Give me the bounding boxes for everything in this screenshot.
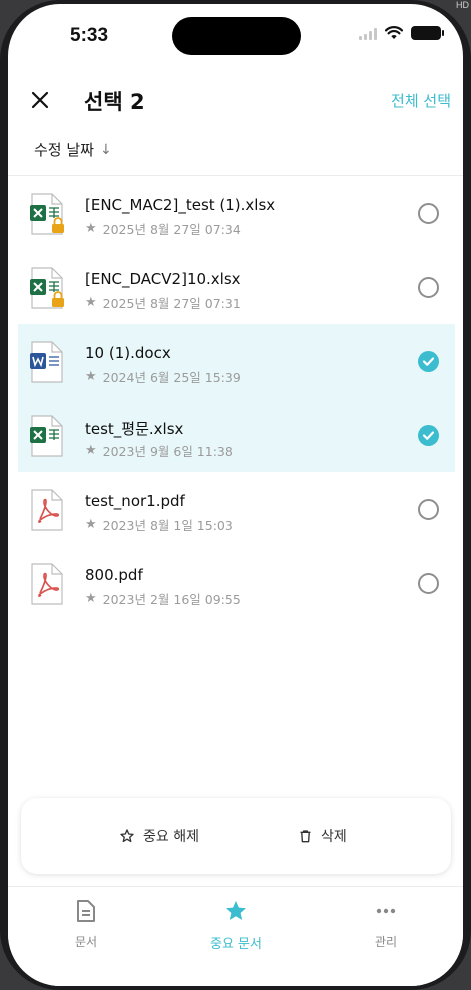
file-row[interactable]: [ENC_MAC2]_test (1).xlsx ★ 2025년 8월 27일 07… [18,176,455,250]
sort-label: 수정 날짜 [34,141,94,159]
signal-icon [359,26,377,40]
file-meta: ★ 2025년 8월 27일 07:31 [85,293,241,312]
file-row[interactable]: 10 (1).docx ★ 2024년 6월 25일 15:39 [18,324,455,398]
file-date: 2024년 6월 25일 15:39 [102,370,241,385]
file-name: 10 (1).docx [85,344,171,362]
docx-file-icon [30,341,63,383]
file-name: [ENC_DACV2]10.xlsx [85,270,241,288]
sort-button[interactable]: 수정 날짜 ↓ [34,139,112,160]
select-checkbox[interactable] [418,425,439,446]
select-checkbox[interactable] [418,277,439,298]
file-date: 2023년 2월 16일 09:55 [102,592,241,607]
xlsx-file-icon [30,267,64,309]
close-button[interactable] [26,86,54,114]
star-icon[interactable]: ★ [85,221,97,236]
tab-favorites-label: 중요 문서 [210,937,262,952]
xlsx-file-icon [30,415,63,457]
trash-icon [300,830,311,843]
star-icon[interactable]: ★ [85,295,97,310]
sort-arrow-icon: ↓ [99,141,112,158]
file-name: [ENC_MAC2]_test (1).xlsx [85,196,276,214]
file-row[interactable]: 800.pdf ★ 2023년 2월 16일 09:55 [18,546,455,620]
page-title: 선택 2 [84,90,145,114]
file-date: 2023년 8월 1일 15:03 [102,518,233,533]
file-meta: ★ 2023년 9월 6일 11:38 [85,441,233,460]
close-icon [31,91,49,109]
screen: 5:33 선택 2 전체 선택 수정 날짜 ↓ [ENC_MAC2]_test … [8,4,463,986]
file-name: test_nor1.pdf [85,492,185,510]
file-date: 2025년 8월 27일 07:34 [102,222,241,237]
battery-icon [411,26,444,40]
tab-documents-label: 문서 [74,935,98,949]
pdf-file-icon [31,489,63,531]
file-list: [ENC_MAC2]_test (1).xlsx ★ 2025년 8월 27일 07… [18,176,455,620]
select-checkbox[interactable] [418,573,439,594]
header: 선택 2 전체 선택 [8,80,463,120]
file-meta: ★ 2024년 6월 25일 15:39 [85,367,241,386]
file-name: test_평문.xlsx [85,420,184,438]
tab-documents[interactable]: 문서 [36,899,136,950]
file-meta: ★ 2023년 2월 16일 09:55 [85,589,241,608]
star-icon[interactable]: ★ [85,443,97,458]
select-checkbox[interactable] [418,499,439,520]
star-outline-icon [120,829,134,843]
unfavorite-label: 중요 해제 [143,829,199,845]
file-row[interactable]: test_평문.xlsx ★ 2023년 9월 6일 11:38 [18,398,455,472]
star-icon[interactable]: ★ [85,591,97,606]
file-date: 2023년 9월 6일 11:38 [102,444,233,459]
file-row[interactable]: test_nor1.pdf ★ 2023년 8월 1일 15:03 [18,472,455,546]
select-checkbox[interactable] [418,203,439,224]
star-icon[interactable]: ★ [85,517,97,532]
file-date: 2025년 8월 27일 07:31 [102,296,241,311]
document-icon [77,900,95,922]
delete-button[interactable]: 삭제 [298,826,347,846]
tab-manage-label: 관리 [374,935,398,949]
star-icon[interactable]: ★ [85,369,97,384]
xlsx-file-icon [30,193,64,235]
tab-favorites[interactable]: 중요 문서 [186,899,286,952]
wifi-icon [385,26,403,39]
unfavorite-button[interactable]: 중요 해제 [119,826,199,846]
file-name: 800.pdf [85,566,143,584]
status-icons [359,26,444,40]
more-icon [376,908,396,914]
device-frame: 5:33 선택 2 전체 선택 수정 날짜 ↓ [ENC_MAC2]_test … [0,0,471,990]
file-meta: ★ 2023년 8월 1일 15:03 [85,515,233,534]
file-meta: ★ 2025년 8월 27일 07:34 [85,219,241,238]
check-icon [422,431,435,440]
star-icon [226,901,246,920]
tab-manage[interactable]: 관리 [336,899,436,950]
file-row[interactable]: [ENC_DACV2]10.xlsx ★ 2025년 8월 27일 07:31 [18,250,455,324]
hd-badge: HD [456,0,469,10]
pdf-file-icon [31,563,63,605]
action-bar: 중요 해제 삭제 [21,798,451,874]
tab-bar: 문서 중요 문서 관리 [8,886,463,986]
select-all-button[interactable]: 전체 선택 [391,90,451,111]
status-time: 5:33 [70,25,109,46]
delete-label: 삭제 [321,829,347,845]
dynamic-island [172,17,301,55]
select-checkbox[interactable] [418,351,439,372]
check-icon [422,357,435,366]
